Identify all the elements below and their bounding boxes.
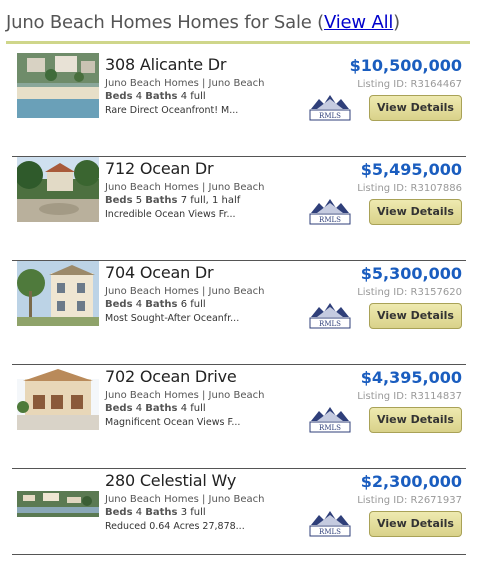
baths-value: 4 full [180, 403, 206, 414]
baths-value: 7 full, 1 half [180, 195, 241, 206]
listing-address[interactable]: 702 Ocean Drive [105, 367, 335, 387]
svg-text:RMLS: RMLS [319, 424, 341, 432]
listing-location: Juno Beach Homes | Juno Beach [105, 182, 265, 193]
svg-text:RMLS: RMLS [319, 112, 341, 120]
listing-id: Listing ID: R3107886 [357, 183, 462, 194]
listing-location: Juno Beach Homes | Juno Beach [105, 286, 265, 297]
beds-label: Beds [105, 299, 133, 310]
beds-label: Beds [105, 91, 133, 102]
beds-label: Beds [105, 507, 133, 518]
listing-price: $5,300,000 [360, 264, 462, 283]
baths-label: Baths [145, 91, 178, 102]
svg-text:RMLS: RMLS [319, 528, 341, 536]
beds-value: 4 [135, 91, 143, 102]
listing-photo[interactable] [17, 261, 99, 326]
listing-description: Rare Direct Oceanfront! M... [105, 105, 239, 116]
listing-id: Listing ID: R3157620 [357, 287, 462, 298]
listing-price: $4,395,000 [360, 368, 462, 387]
listing-location: Juno Beach Homes | Juno Beach [105, 390, 265, 401]
baths-label: Baths [145, 195, 178, 206]
listing-address[interactable]: 704 Ocean Dr [105, 263, 335, 283]
baths-label: Baths [145, 403, 178, 414]
rmls-logo-icon: RMLS [309, 197, 351, 225]
view-all-link[interactable]: View All [324, 12, 393, 33]
listing-beds-baths: Beds 4 Baths 3 full [105, 506, 335, 519]
baths-value: 4 full [180, 91, 206, 102]
listing-price: $5,495,000 [360, 160, 462, 179]
listing-address[interactable]: 280 Celestial Wy [105, 471, 335, 491]
view-details-button[interactable]: View Details [369, 199, 462, 225]
listing-description: Magnificent Ocean Views F... [105, 417, 241, 428]
listing-item: 308 Alicante Dr Juno Beach Homes | Juno … [12, 53, 466, 157]
listing-description: Most Sought-After Oceanfr... [105, 313, 240, 324]
listing-item: 712 Ocean Dr Juno Beach Homes | Juno Bea… [12, 157, 466, 261]
rmls-logo-icon: RMLS [309, 301, 351, 329]
listing-id: Listing ID: R3114837 [357, 391, 462, 402]
listing-item: 702 Ocean Drive Juno Beach Homes | Juno … [12, 365, 466, 469]
listing-price: $2,300,000 [360, 472, 462, 491]
beds-value: 4 [135, 507, 143, 518]
view-details-button[interactable]: View Details [369, 95, 462, 121]
listing-photo[interactable] [17, 471, 99, 536]
view-details-button[interactable]: View Details [369, 511, 462, 537]
baths-value: 3 full [180, 507, 206, 518]
beds-label: Beds [105, 403, 133, 414]
listing-id: Listing ID: R2671937 [357, 495, 462, 506]
listing-photo[interactable] [17, 157, 99, 222]
listing-beds-baths: Beds 5 Baths 7 full, 1 half [105, 194, 335, 207]
listing-location: Juno Beach Homes | Juno Beach [105, 494, 265, 505]
baths-value: 6 full [180, 299, 206, 310]
listing-photo[interactable] [17, 365, 99, 430]
svg-text:RMLS: RMLS [319, 320, 341, 328]
beds-value: 5 [135, 195, 143, 206]
listing-description: Reduced 0.64 Acres 27,878... [105, 521, 245, 532]
listing-price: $10,500,000 [349, 56, 462, 75]
listing-id: Listing ID: R3164467 [357, 79, 462, 90]
beds-label: Beds [105, 195, 133, 206]
listing-beds-baths: Beds 4 Baths 4 full [105, 402, 335, 415]
page-title: Juno Beach Homes Homes for Sale (View Al… [6, 12, 400, 33]
view-details-button[interactable]: View Details [369, 407, 462, 433]
listing-item: 280 Celestial Wy Juno Beach Homes | Juno… [12, 469, 466, 555]
rmls-logo-icon: RMLS [309, 405, 351, 433]
listing-location: Juno Beach Homes | Juno Beach [105, 78, 265, 89]
baths-label: Baths [145, 507, 178, 518]
baths-label: Baths [145, 299, 178, 310]
rmls-logo-icon: RMLS [309, 509, 351, 537]
section-header: Juno Beach Homes Homes for Sale (View Al… [6, 12, 470, 44]
listing-address[interactable]: 712 Ocean Dr [105, 159, 335, 179]
listing-beds-baths: Beds 4 Baths 4 full [105, 90, 335, 103]
listing-address[interactable]: 308 Alicante Dr [105, 55, 335, 75]
rmls-logo-icon: RMLS [309, 93, 351, 121]
view-details-button[interactable]: View Details [369, 303, 462, 329]
listing-description: Incredible Ocean Views Fr... [105, 209, 236, 220]
beds-value: 4 [135, 403, 143, 414]
beds-value: 4 [135, 299, 143, 310]
listing-photo[interactable] [17, 53, 99, 118]
listing-beds-baths: Beds 4 Baths 6 full [105, 298, 335, 311]
title-text: Juno Beach Homes Homes for Sale [6, 12, 312, 33]
listing-item: 704 Ocean Dr Juno Beach Homes | Juno Bea… [12, 261, 466, 365]
svg-text:RMLS: RMLS [319, 216, 341, 224]
